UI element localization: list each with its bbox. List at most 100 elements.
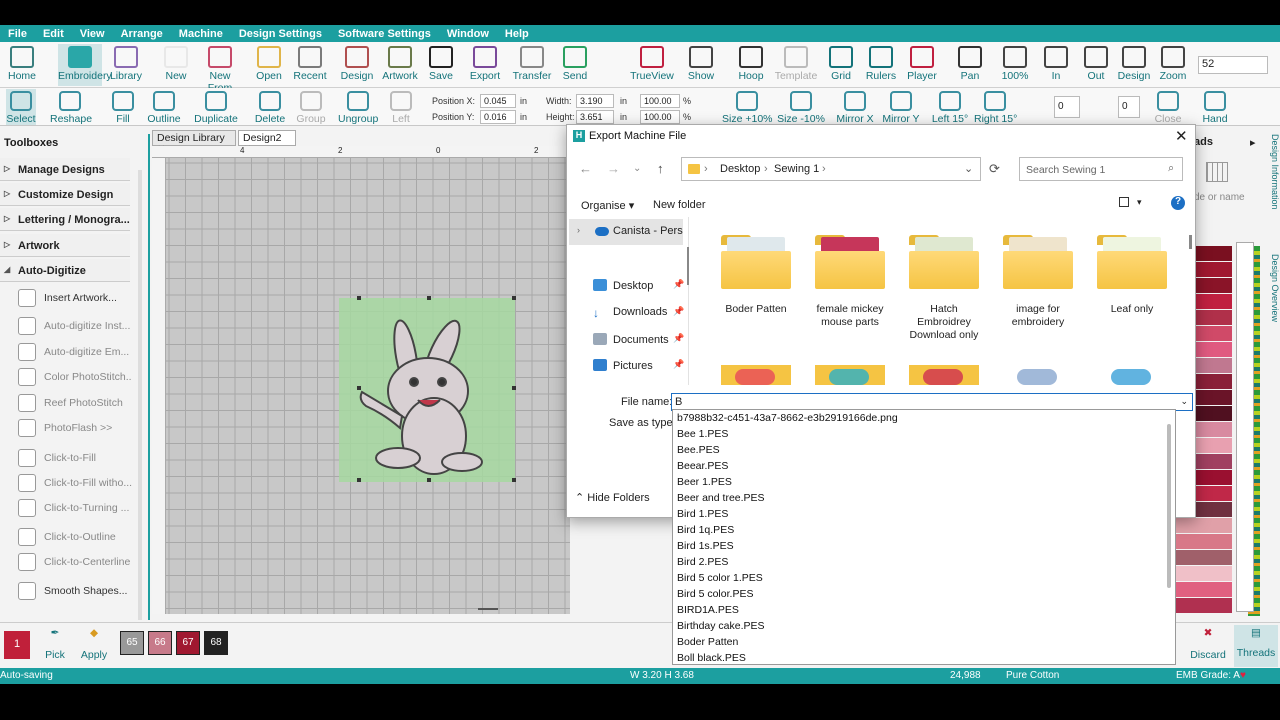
folder-item-partial[interactable] <box>1003 361 1073 385</box>
folder-item[interactable]: female mickey mouse parts <box>811 233 889 329</box>
autocomplete-item[interactable]: Bird 1q.PES <box>677 524 734 536</box>
menu-file[interactable]: File <box>0 28 35 40</box>
nav-downloads[interactable]: ↓ Downloads <box>593 306 667 320</box>
nav-desktop[interactable]: Desktop <box>593 279 653 292</box>
toolbox-auto-digitize[interactable]: Auto-Digitize <box>0 259 130 282</box>
toolbox-customize-design[interactable]: Customize Design <box>0 183 130 206</box>
thread-search-input[interactable]: de or name <box>1194 192 1245 203</box>
toolbox-item-click-to-outline[interactable]: Click-to-Outline <box>16 525 132 549</box>
grid-view-icon[interactable] <box>1206 162 1228 182</box>
organise-menu[interactable]: Organise ▾ <box>581 199 634 212</box>
toolbox-item-click-to-turning[interactable]: Click-to-Turning ... <box>16 496 132 520</box>
folder-item-partial[interactable] <box>1097 361 1167 385</box>
expand-icon[interactable]: ▸ <box>1250 136 1256 149</box>
ribbon-button-library[interactable]: Library <box>106 44 146 86</box>
ribbon-button-open[interactable]: Open <box>252 44 286 86</box>
thread-color-row[interactable] <box>1176 598 1232 613</box>
nav-onedrive[interactable]: › Canista - Person <box>569 219 683 245</box>
fill-button[interactable]: Fill <box>110 89 136 125</box>
toolbox-item-click-to-fill[interactable]: Click-to-Fill <box>16 446 132 470</box>
ribbon-button-out[interactable]: Out <box>1080 44 1112 86</box>
color-swatch-68[interactable]: 68 <box>204 631 228 655</box>
autocomplete-item[interactable]: Bee 1.PES <box>677 428 728 440</box>
close-button[interactable]: Close <box>1152 89 1184 125</box>
delete-button[interactable]: Delete <box>254 89 286 125</box>
nav-pictures[interactable]: Pictures <box>593 359 653 372</box>
position-x-input[interactable]: 0.045 <box>480 94 516 108</box>
nav-documents[interactable]: Documents <box>593 333 669 346</box>
color-swatch-67[interactable]: 67 <box>176 631 200 655</box>
menu-software-settings[interactable]: Software Settings <box>330 28 439 40</box>
width-percent-input[interactable]: 100.00 <box>640 94 680 108</box>
menu-machine[interactable]: Machine <box>171 28 231 40</box>
ribbon-button-in[interactable]: In <box>1040 44 1072 86</box>
autocomplete-scrollbar[interactable] <box>1167 424 1171 588</box>
left-button[interactable]: Left <box>388 89 414 125</box>
toolbox-artwork[interactable]: Artwork <box>0 234 130 257</box>
hand-button[interactable]: Hand <box>1198 89 1232 125</box>
autocomplete-item[interactable]: Birthday cake.PES <box>677 620 765 632</box>
folder-item[interactable]: Boder Patten <box>717 233 795 316</box>
reshape-button[interactable]: Reshape <box>50 89 92 125</box>
position-y-input[interactable]: 0.016 <box>480 110 516 124</box>
breadcrumb-sewing-1[interactable]: Sewing 1 <box>774 163 819 175</box>
nav-pane-scrollbar[interactable] <box>687 247 689 285</box>
ribbon-button-new-from[interactable]: New From <box>196 44 244 94</box>
folder-item[interactable]: Hatch Embroidrey Download only <box>905 233 983 342</box>
duplicate-button[interactable]: Duplicate <box>192 89 240 125</box>
left-15--button[interactable]: Left 15° <box>930 89 970 125</box>
size-10--button[interactable]: Size -10% <box>776 89 826 125</box>
menu-arrange[interactable]: Arrange <box>113 28 171 40</box>
tab-design-library[interactable]: Design Library ✕ <box>152 130 236 156</box>
ribbon-button-pan[interactable]: Pan <box>954 44 986 86</box>
mirror-y-button[interactable]: Mirror Y <box>880 89 922 125</box>
hide-folders-button[interactable]: ⌃ Hide Folders <box>575 491 650 504</box>
color-swatch-65[interactable]: 65 <box>120 631 144 655</box>
thread-color-row[interactable] <box>1176 550 1232 565</box>
ribbon-button-trueview[interactable]: TrueView <box>626 44 678 86</box>
ribbon-button-send[interactable]: Send <box>558 44 592 86</box>
folder-item[interactable]: Leaf only <box>1093 233 1171 316</box>
ribbon-button-rulers[interactable]: Rulers <box>862 44 900 86</box>
toolbox-item-click-to-fill-witho[interactable]: Click-to-Fill witho... <box>16 471 132 495</box>
autocomplete-item[interactable]: Beear.PES <box>677 460 728 472</box>
autocomplete-item[interactable]: Beer and tree.PES <box>677 492 765 504</box>
ribbon-button-template[interactable]: Template <box>772 44 820 86</box>
ribbon-button-hoop[interactable]: Hoop <box>734 44 768 86</box>
dropdown-chevron-icon[interactable]: ⌄ <box>1180 396 1188 407</box>
menu-help[interactable]: Help <box>497 28 537 40</box>
ribbon-button-zoom[interactable]: Zoom <box>1156 44 1190 86</box>
thread-color-row[interactable] <box>1176 582 1232 597</box>
autocomplete-item[interactable]: Bird 2.PES <box>677 556 728 568</box>
address-bar[interactable]: › Desktop › Sewing 1 › ⌄ <box>681 157 981 181</box>
autocomplete-item[interactable]: Bird 1s.PES <box>677 540 734 552</box>
recent-locations-chevron-icon[interactable]: ⌄ <box>633 163 641 174</box>
height-percent-input[interactable]: 100.00 <box>640 110 680 124</box>
toolbox-item-smooth-shapes[interactable]: Smooth Shapes... <box>16 579 132 603</box>
ribbon-button-save[interactable]: Save <box>424 44 458 86</box>
autocomplete-item[interactable]: Beer 1.PES <box>677 476 732 488</box>
toolbox-scrollbar[interactable] <box>138 170 142 620</box>
back-arrow-icon[interactable]: ← <box>579 161 592 176</box>
ribbon-button-player[interactable]: Player <box>904 44 940 86</box>
autocomplete-item[interactable]: Bird 5 color 1.PES <box>677 572 763 584</box>
design-canvas[interactable] <box>152 146 570 614</box>
width-input[interactable]: 3.190 <box>576 94 614 108</box>
tab-design-overview[interactable]: Design Overview <box>1266 254 1280 344</box>
breadcrumb-desktop[interactable]: Desktop <box>720 163 760 175</box>
toolbox-item-reef-photostitch[interactable]: Reef PhotoStitch <box>16 391 132 415</box>
toolbox-item-auto-digitize-inst[interactable]: Auto-digitize Inst... <box>16 314 132 338</box>
slant-angle-input[interactable]: 0 <box>1118 96 1140 118</box>
ribbon-button-100-[interactable]: 100% <box>998 44 1032 86</box>
pick-button[interactable]: ✒ Pick <box>42 627 68 661</box>
forward-arrow-icon[interactable]: → <box>607 161 620 176</box>
thread-scrollbar[interactable] <box>1236 242 1254 612</box>
ribbon-button-recent[interactable]: Recent <box>290 44 330 86</box>
ribbon-button-show[interactable]: Show <box>682 44 720 86</box>
threads-button[interactable]: ▤ Threads <box>1234 625 1278 667</box>
height-input[interactable]: 3.651 <box>576 110 614 124</box>
ribbon-button-artwork[interactable]: Artwork <box>380 44 420 86</box>
menu-edit[interactable]: Edit <box>35 28 72 40</box>
tab-design-information[interactable]: Design Information <box>1266 134 1280 234</box>
close-icon[interactable]: ✕ <box>1175 127 1188 145</box>
